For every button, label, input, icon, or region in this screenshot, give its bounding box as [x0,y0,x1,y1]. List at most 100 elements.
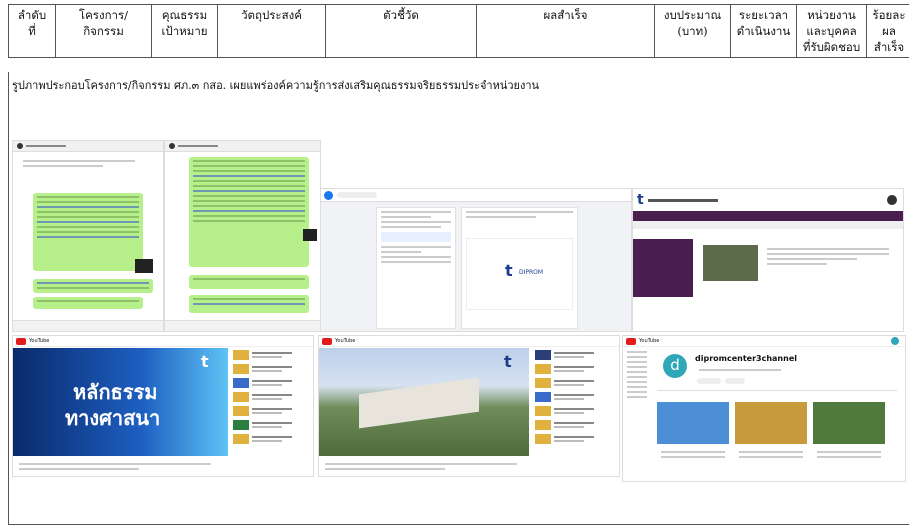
youtube-topbar: YouTube [13,336,313,347]
youtube-topbar: YouTube [623,336,905,347]
video-player[interactable]: t [319,348,529,456]
chat-header-text [19,157,139,171]
related-video[interactable] [233,364,311,374]
news-text [763,245,893,268]
related-video[interactable] [535,420,615,430]
image-thumbnail [303,229,317,241]
video-title [657,448,729,461]
facebook-icon [324,190,333,200]
header-text: ตัวชี้วัด [383,8,419,22]
related-video[interactable] [233,434,311,444]
related-video[interactable] [535,434,615,444]
subscribe-button[interactable] [697,378,721,384]
message-bubble [33,279,153,293]
video-title [735,448,807,461]
report-header-table: ลำดับ ที่ โครงการ/กิจกรรม คุณธรรมเป้าหมาย… [8,4,909,58]
video-thumbnail[interactable] [657,402,729,444]
header-text: โครงการ/ [78,8,129,22]
header-cell-budget: งบประมาณ (บาท) [654,4,731,58]
header-text: กิจกรรม [83,24,124,38]
header-cell-project: โครงการ/กิจกรรม [55,4,152,58]
header-text: และบุคคล [806,24,857,38]
facebook-screenshot: t DIPROM [320,188,632,332]
youtube-topbar: YouTube [319,336,619,347]
website-nav-bar[interactable] [633,211,903,221]
search-input[interactable] [337,192,377,198]
tab-divider [657,390,897,391]
header-cell-percent: ร้อยละผลสำเร็จ [866,4,909,58]
account-avatar[interactable] [891,337,899,345]
header-text: ผลสำเร็จ [543,8,588,22]
facebook-page-info [376,207,456,329]
header-text: ร้อยละ [872,8,906,22]
youtube-icon [626,337,636,345]
message-bubble [189,157,309,267]
diprom-logo: t [505,261,513,280]
chat-input-bar[interactable] [13,320,163,331]
chat-topbar [13,141,163,152]
header-text: ที่รับผิดชอบ [802,40,861,54]
related-video[interactable] [233,406,311,416]
header-text: (บาท) [677,24,708,38]
youtube-sidebar[interactable] [623,348,651,478]
header-cell-no: ลำดับ ที่ [8,4,56,58]
related-video[interactable] [535,378,615,388]
header-row: ลำดับ ที่ โครงการ/กิจกรรม คุณธรรมเป้าหมาย… [8,4,909,58]
related-video[interactable] [535,364,615,374]
video-thumbnail[interactable] [735,402,807,444]
post-image: t DIPROM [466,238,573,310]
header-text: ผลสำเร็จ [873,24,905,54]
site-title-placeholder [647,198,718,202]
related-video[interactable] [233,420,311,430]
header-text: ที่ [28,24,36,38]
header-cell-objective: วัตถุประสงค์ [217,4,326,58]
related-video[interactable] [535,392,615,402]
news-image [703,245,758,281]
header-text: หน่วยงาน [807,8,856,22]
join-button[interactable] [725,378,745,384]
follow-button[interactable] [381,232,451,242]
video-thumbnail[interactable] [813,402,885,444]
facebook-topbar [321,189,631,202]
header-text: ระยะเวลา [738,8,789,22]
website-screenshot: t [632,188,904,332]
related-video[interactable] [535,406,615,416]
youtube-screenshot-1: YouTube หลักธรรม ทางศาสนา t [12,335,314,477]
youtube-icon [16,337,26,345]
header-text: เป้าหมาย [161,24,208,38]
header-cell-result: ผลสำเร็จ [476,4,655,58]
chat-title-placeholder [26,145,66,147]
video-caption [321,460,521,473]
related-video[interactable] [233,392,311,402]
header-text: ดำเนินงาน [736,24,791,38]
chat-screenshot-1 [12,140,164,332]
youtube-label: YouTube [335,338,356,344]
sidebar-panel [633,239,693,297]
channel-avatar: d [663,354,687,378]
facebook-post: t DIPROM [461,207,578,329]
logo-text: DIPROM [519,269,544,276]
related-video[interactable] [233,378,311,388]
message-bubble [33,193,143,271]
channel-name: dipromcenter3channel [695,354,797,363]
youtube-icon [322,337,332,345]
message-bubble [189,275,309,289]
header-text: คุณธรรม [161,8,208,22]
youtube-label: YouTube [29,338,50,344]
chat-topbar [165,141,320,152]
search-icon[interactable] [887,195,897,205]
diprom-logo: t [201,352,209,371]
video-player[interactable]: หลักธรรม ทางศาสนา t [13,348,228,456]
chat-input-bar[interactable] [165,320,320,331]
image-caption: รูปภาพประกอบโครงการ/กิจกรรม ศภ.๓ กสอ. เผ… [12,79,540,92]
related-video[interactable] [233,350,311,360]
youtube-screenshot-2: YouTube t [318,335,620,477]
related-video[interactable] [535,350,615,360]
channel-meta [695,366,785,374]
website-header: t [633,189,903,211]
chat-screenshot-2 [164,140,321,332]
header-cell-responsible: หน่วยงานและบุคคลที่รับผิดชอบ [796,4,867,58]
document-page: ลำดับ ที่ โครงการ/กิจกรรม คุณธรรมเป้าหมาย… [0,0,909,527]
video-title [813,448,885,461]
diprom-logo: t [504,352,512,371]
